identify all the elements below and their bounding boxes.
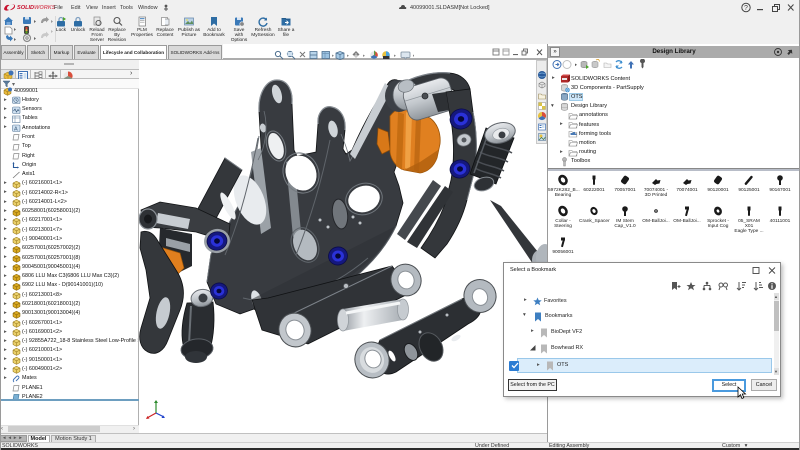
svg-text:SOLIDWORKS: SOLIDWORKS bbox=[17, 5, 56, 11]
svg-text:A: A bbox=[14, 127, 18, 133]
svg-text:?: ? bbox=[744, 5, 748, 12]
